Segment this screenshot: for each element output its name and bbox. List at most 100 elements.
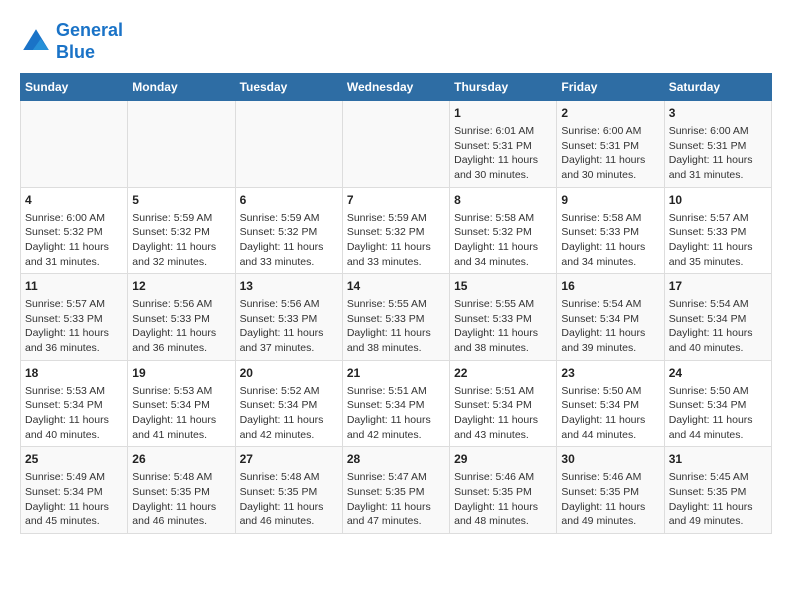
calendar-cell: 28 Sunrise: 5:47 AMSunset: 5:35 PMDayligh…	[342, 447, 449, 534]
day-number: 9	[561, 192, 659, 209]
calendar-cell: 26 Sunrise: 5:48 AMSunset: 5:35 PMDayligh…	[128, 447, 235, 534]
day-number: 8	[454, 192, 552, 209]
calendar-cell: 7 Sunrise: 5:59 AMSunset: 5:32 PMDaylight…	[342, 187, 449, 274]
calendar-cell: 9 Sunrise: 5:58 AMSunset: 5:33 PMDaylight…	[557, 187, 664, 274]
calendar-cell: 21Sunrise: 5:51 AMSunset: 5:34 PMDayligh…	[342, 360, 449, 447]
calendar-cell: 11 Sunrise: 5:57 AMSunset: 5:33 PMDayligh…	[21, 274, 128, 361]
header-tuesday: Tuesday	[235, 74, 342, 101]
calendar-cell: 2 Sunrise: 6:00 AMSunset: 5:31 PMDaylight…	[557, 101, 664, 188]
calendar-cell: 20Sunrise: 5:52 AMSunset: 5:34 PMDayligh…	[235, 360, 342, 447]
calendar-cell: 25Sunrise: 5:49 AMSunset: 5:34 PMDayligh…	[21, 447, 128, 534]
day-info: Sunrise: 5:57 AMSunset: 5:33 PMDaylight:…	[669, 211, 767, 270]
day-number: 26	[132, 451, 230, 468]
calendar-cell	[235, 101, 342, 188]
day-info: Sunrise: 5:54 AMSunset: 5:34 PMDaylight:…	[669, 297, 767, 356]
day-number: 3	[669, 105, 767, 122]
day-info: Sunrise: 6:00 AMSunset: 5:31 PMDaylight:…	[561, 124, 659, 183]
calendar-week-4: 18 Sunrise: 5:53 AMSunset: 5:34 PMDayligh…	[21, 360, 772, 447]
day-info: Sunrise: 5:53 AMSunset: 5:34 PMDaylight:…	[25, 384, 123, 443]
day-info: Sunrise: 5:58 AMSunset: 5:33 PMDaylight:…	[561, 211, 659, 270]
day-info: Sunrise: 5:47 AMSunset: 5:35 PMDaylight:…	[347, 470, 445, 529]
calendar-week-5: 25Sunrise: 5:49 AMSunset: 5:34 PMDayligh…	[21, 447, 772, 534]
calendar-cell: 17 Sunrise: 5:54 AMSunset: 5:34 PMDayligh…	[664, 274, 771, 361]
day-number: 28	[347, 451, 445, 468]
calendar-cell: 31 Sunrise: 5:45 AMSunset: 5:35 PMDayligh…	[664, 447, 771, 534]
calendar-cell: 12 Sunrise: 5:56 AMSunset: 5:33 PMDayligh…	[128, 274, 235, 361]
calendar-cell: 15 Sunrise: 5:55 AMSunset: 5:33 PMDayligh…	[450, 274, 557, 361]
day-info: Sunrise: 6:01 AMSunset: 5:31 PMDaylight:…	[454, 124, 552, 183]
day-number: 23	[561, 365, 659, 382]
day-number: 11	[25, 278, 123, 295]
day-number: 2	[561, 105, 659, 122]
calendar-cell: 19 Sunrise: 5:53 AMSunset: 5:34 PMDayligh…	[128, 360, 235, 447]
day-info: Sunrise: 6:00 AMSunset: 5:31 PMDaylight:…	[669, 124, 767, 183]
calendar-cell: 23 Sunrise: 5:50 AMSunset: 5:34 PMDayligh…	[557, 360, 664, 447]
day-info: Sunrise: 5:54 AMSunset: 5:34 PMDaylight:…	[561, 297, 659, 356]
day-number: 21	[347, 365, 445, 382]
day-info: Sunrise: 5:46 AMSunset: 5:35 PMDaylight:…	[561, 470, 659, 529]
calendar-cell: 4 Sunrise: 6:00 AMSunset: 5:32 PMDaylight…	[21, 187, 128, 274]
day-number: 24	[669, 365, 767, 382]
calendar-cell: 22 Sunrise: 5:51 AMSunset: 5:34 PMDayligh…	[450, 360, 557, 447]
day-number: 6	[240, 192, 338, 209]
calendar-cell: 5 Sunrise: 5:59 AMSunset: 5:32 PMDaylight…	[128, 187, 235, 274]
day-number: 7	[347, 192, 445, 209]
day-info: Sunrise: 5:46 AMSunset: 5:35 PMDaylight:…	[454, 470, 552, 529]
day-number: 19	[132, 365, 230, 382]
day-number: 5	[132, 192, 230, 209]
day-number: 15	[454, 278, 552, 295]
page-header: General Blue	[20, 20, 772, 63]
day-info: Sunrise: 5:50 AMSunset: 5:34 PMDaylight:…	[669, 384, 767, 443]
day-number: 22	[454, 365, 552, 382]
day-number: 31	[669, 451, 767, 468]
day-info: Sunrise: 5:56 AMSunset: 5:33 PMDaylight:…	[132, 297, 230, 356]
header-sunday: Sunday	[21, 74, 128, 101]
day-info: Sunrise: 5:59 AMSunset: 5:32 PMDaylight:…	[347, 211, 445, 270]
day-info: Sunrise: 5:55 AMSunset: 5:33 PMDaylight:…	[454, 297, 552, 356]
calendar-week-3: 11 Sunrise: 5:57 AMSunset: 5:33 PMDayligh…	[21, 274, 772, 361]
day-number: 10	[669, 192, 767, 209]
day-number: 4	[25, 192, 123, 209]
day-info: Sunrise: 5:58 AMSunset: 5:32 PMDaylight:…	[454, 211, 552, 270]
day-number: 1	[454, 105, 552, 122]
day-info: Sunrise: 6:00 AMSunset: 5:32 PMDaylight:…	[25, 211, 123, 270]
calendar-cell: 3 Sunrise: 6:00 AMSunset: 5:31 PMDaylight…	[664, 101, 771, 188]
calendar-cell: 13 Sunrise: 5:56 AMSunset: 5:33 PMDayligh…	[235, 274, 342, 361]
day-number: 12	[132, 278, 230, 295]
calendar-cell: 27 Sunrise: 5:48 AMSunset: 5:35 PMDayligh…	[235, 447, 342, 534]
calendar-cell: 10 Sunrise: 5:57 AMSunset: 5:33 PMDayligh…	[664, 187, 771, 274]
calendar-cell: 6 Sunrise: 5:59 AMSunset: 5:32 PMDaylight…	[235, 187, 342, 274]
calendar-header-row: SundayMondayTuesdayWednesdayThursdayFrid…	[21, 74, 772, 101]
day-number: 13	[240, 278, 338, 295]
calendar-table: SundayMondayTuesdayWednesdayThursdayFrid…	[20, 73, 772, 534]
calendar-cell	[342, 101, 449, 188]
day-number: 30	[561, 451, 659, 468]
day-info: Sunrise: 5:59 AMSunset: 5:32 PMDaylight:…	[240, 211, 338, 270]
calendar-week-1: 1 Sunrise: 6:01 AMSunset: 5:31 PMDaylight…	[21, 101, 772, 188]
day-number: 29	[454, 451, 552, 468]
day-number: 27	[240, 451, 338, 468]
header-wednesday: Wednesday	[342, 74, 449, 101]
logo: General Blue	[20, 20, 123, 63]
header-monday: Monday	[128, 74, 235, 101]
calendar-cell: 30 Sunrise: 5:46 AMSunset: 5:35 PMDayligh…	[557, 447, 664, 534]
calendar-cell	[21, 101, 128, 188]
day-info: Sunrise: 5:48 AMSunset: 5:35 PMDaylight:…	[132, 470, 230, 529]
day-number: 17	[669, 278, 767, 295]
day-info: Sunrise: 5:45 AMSunset: 5:35 PMDaylight:…	[669, 470, 767, 529]
day-info: Sunrise: 5:59 AMSunset: 5:32 PMDaylight:…	[132, 211, 230, 270]
calendar-cell: 18 Sunrise: 5:53 AMSunset: 5:34 PMDayligh…	[21, 360, 128, 447]
day-number: 14	[347, 278, 445, 295]
calendar-cell: 29 Sunrise: 5:46 AMSunset: 5:35 PMDayligh…	[450, 447, 557, 534]
header-friday: Friday	[557, 74, 664, 101]
day-number: 18	[25, 365, 123, 382]
day-info: Sunrise: 5:57 AMSunset: 5:33 PMDaylight:…	[25, 297, 123, 356]
calendar-cell	[128, 101, 235, 188]
day-info: Sunrise: 5:48 AMSunset: 5:35 PMDaylight:…	[240, 470, 338, 529]
day-info: Sunrise: 5:56 AMSunset: 5:33 PMDaylight:…	[240, 297, 338, 356]
day-info: Sunrise: 5:50 AMSunset: 5:34 PMDaylight:…	[561, 384, 659, 443]
logo-text: General Blue	[56, 20, 123, 63]
day-info: Sunrise: 5:51 AMSunset: 5:34 PMDaylight:…	[454, 384, 552, 443]
header-thursday: Thursday	[450, 74, 557, 101]
day-info: Sunrise: 5:53 AMSunset: 5:34 PMDaylight:…	[132, 384, 230, 443]
